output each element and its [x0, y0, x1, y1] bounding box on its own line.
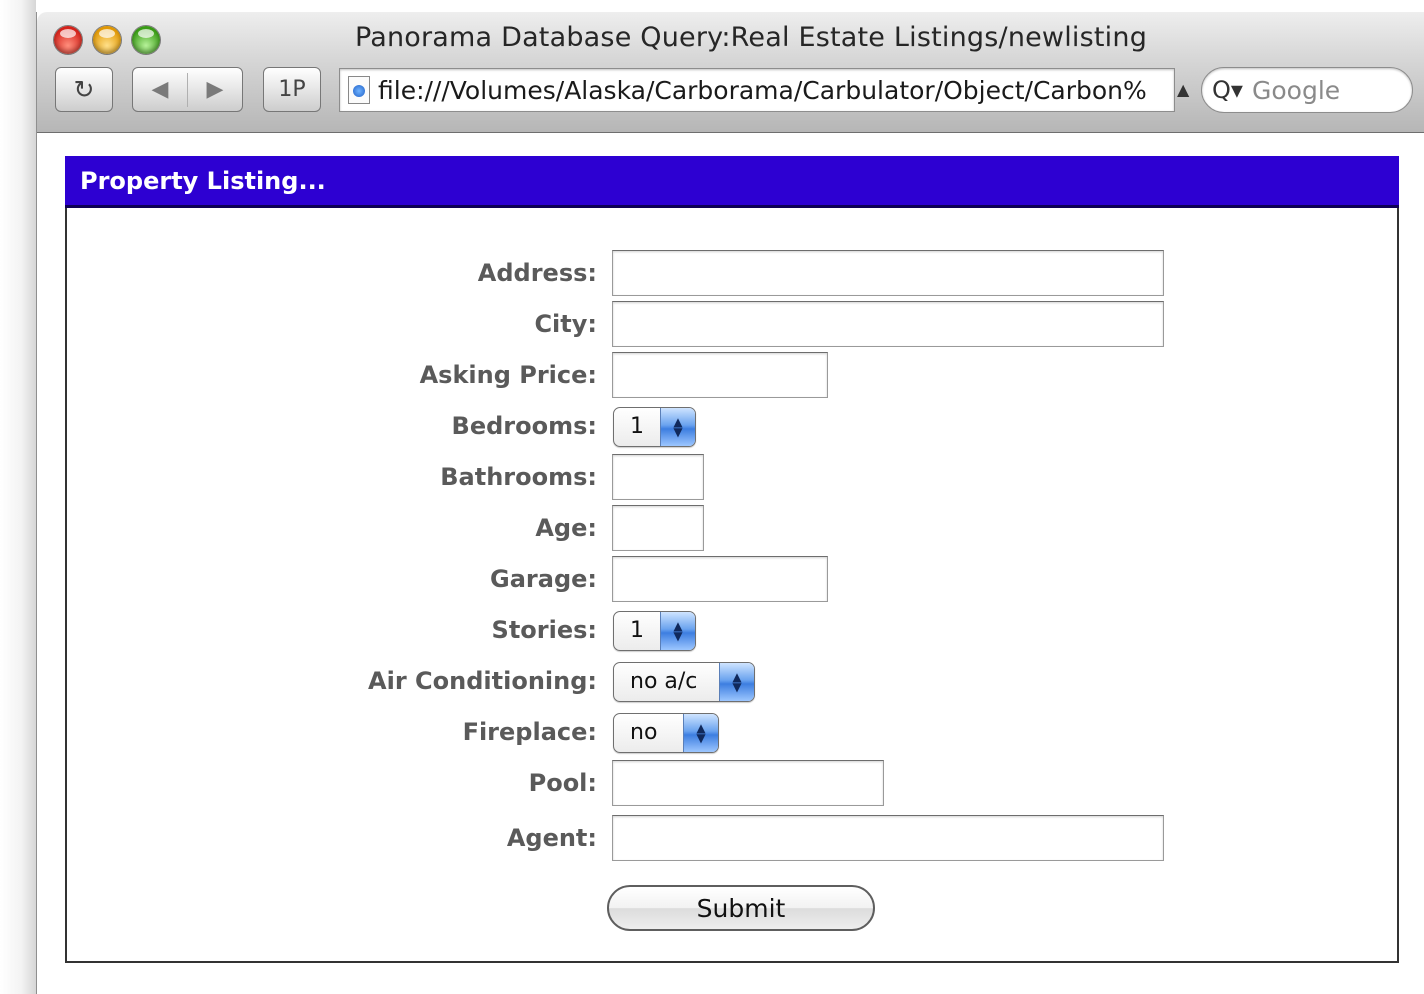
- file-page-icon: [348, 76, 370, 104]
- reload-icon: ↻: [73, 75, 95, 104]
- city-label: City:: [534, 310, 597, 338]
- updown-arrows-icon: ▲ ▼: [660, 408, 695, 446]
- bedrooms-row: Bedrooms: 1 ▲ ▼: [67, 402, 1401, 450]
- bedrooms-select[interactable]: 1 ▲ ▼: [613, 407, 696, 447]
- asking-price-input[interactable]: [612, 352, 828, 398]
- search-field[interactable]: Q▾ Google: [1201, 67, 1413, 113]
- browser-window: Panorama Database Query:Real Estate List…: [36, 12, 1424, 994]
- back-arrow-icon[interactable]: ◀: [133, 77, 187, 102]
- desktop-shadow: [0, 0, 36, 994]
- title-bar: Panorama Database Query:Real Estate List…: [37, 12, 1424, 133]
- age-row: Age:: [67, 504, 1401, 552]
- address-row: Address:: [67, 249, 1401, 297]
- search-placeholder: Google: [1252, 75, 1341, 105]
- window-title: Panorama Database Query:Real Estate List…: [354, 22, 1148, 53]
- air-conditioning-select[interactable]: no a/c ▲ ▼: [613, 662, 755, 702]
- bedrooms-selected-value: 1: [630, 414, 644, 439]
- onepassword-button[interactable]: 1P: [263, 67, 321, 112]
- city-input[interactable]: [612, 301, 1164, 347]
- updown-arrows-icon: ▲ ▼: [683, 714, 718, 752]
- bathrooms-label: Bathrooms:: [440, 463, 597, 491]
- url-scroll-caret-icon: ▲: [1177, 80, 1190, 99]
- bedrooms-label: Bedrooms:: [451, 412, 597, 440]
- pool-row: Pool:: [67, 759, 1401, 807]
- age-label: Age:: [535, 514, 597, 542]
- updown-arrows-icon: ▲ ▼: [660, 612, 695, 650]
- asking-price-row: Asking Price:: [67, 351, 1401, 399]
- reload-button[interactable]: ↻: [55, 67, 113, 112]
- fireplace-selected-value: no: [630, 720, 658, 745]
- submit-button[interactable]: Submit: [607, 885, 875, 931]
- air-conditioning-label: Air Conditioning:: [368, 667, 597, 695]
- agent-row: Agent:: [67, 814, 1401, 862]
- address-bar[interactable]: file:///Volumes/Alaska/Carborama/Carbula…: [339, 68, 1175, 112]
- city-row: City:: [67, 300, 1401, 348]
- garage-row: Garage:: [67, 555, 1401, 603]
- stories-row: Stories: 1 ▲ ▼: [67, 606, 1401, 654]
- url-text: file:///Volumes/Alaska/Carborama/Carbula…: [378, 75, 1147, 105]
- age-input[interactable]: [612, 505, 704, 551]
- pool-label: Pool:: [528, 769, 597, 797]
- garage-label: Garage:: [490, 565, 597, 593]
- agent-input[interactable]: [612, 815, 1164, 861]
- asking-price-label: Asking Price:: [419, 361, 597, 389]
- stories-select[interactable]: 1 ▲ ▼: [613, 611, 696, 651]
- fireplace-select[interactable]: no ▲ ▼: [613, 713, 719, 753]
- search-icon[interactable]: Q▾: [1212, 76, 1252, 104]
- back-forward-control: ◀ ▶: [132, 67, 243, 112]
- updown-arrows-icon: ▲ ▼: [719, 663, 754, 701]
- bathrooms-row: Bathrooms:: [67, 453, 1401, 501]
- pool-input[interactable]: [612, 760, 884, 806]
- garage-input[interactable]: [612, 556, 828, 602]
- bathrooms-input[interactable]: [612, 454, 704, 500]
- address-label: Address:: [477, 259, 597, 287]
- forward-arrow-icon[interactable]: ▶: [188, 77, 242, 102]
- address-input[interactable]: [612, 250, 1164, 296]
- form-panel: Address: City: Asking Price: Bedrooms: 1…: [65, 208, 1399, 963]
- fireplace-row: Fireplace: no ▲ ▼: [67, 708, 1401, 756]
- form-header: Property Listing...: [65, 156, 1399, 208]
- fireplace-label: Fireplace:: [462, 718, 597, 746]
- stories-label: Stories:: [491, 616, 597, 644]
- stories-selected-value: 1: [630, 618, 644, 643]
- air-conditioning-selected-value: no a/c: [630, 669, 698, 694]
- agent-label: Agent:: [506, 824, 597, 852]
- page-content: Property Listing... Address: City: Askin…: [65, 156, 1399, 963]
- air-conditioning-row: Air Conditioning: no a/c ▲ ▼: [67, 657, 1401, 705]
